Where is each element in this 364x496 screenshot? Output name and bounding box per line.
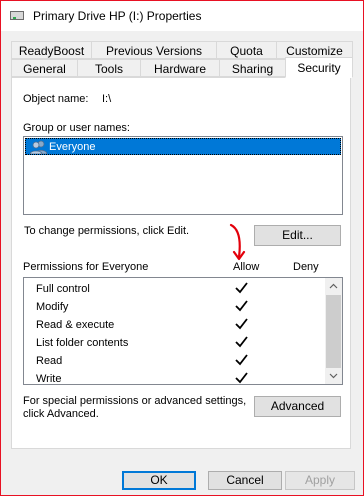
object-name-value: I:\ [102,93,112,105]
allow-header: Allow [233,261,260,273]
check-icon [235,300,248,312]
title-bar[interactable]: Primary Drive HP (I:) Properties [1,1,363,31]
permission-name: List folder contents [36,337,129,349]
permissions-scrollbar[interactable] [325,278,342,384]
check-icon [235,318,248,330]
advanced-hint-line2: click Advanced. [23,408,99,420]
window-title: Primary Drive HP (I:) Properties [33,9,202,23]
tab-tools[interactable]: Tools [77,59,141,77]
chevron-up-icon[interactable] [329,282,338,291]
tab-hardware[interactable]: Hardware [140,59,220,77]
permission-name: Full control [36,283,90,295]
edit-button[interactable]: Edit... [254,225,341,246]
scrollbar-thumb[interactable] [326,295,341,368]
tab-readyboost[interactable]: ReadyBoost [11,41,92,59]
advanced-hint-line1: For special permissions or advanced sett… [23,395,247,407]
permission-name: Modify [36,301,69,313]
drive-icon [10,11,24,20]
check-icon [235,336,248,348]
check-icon [235,282,248,294]
apply-button[interactable]: Apply [285,471,355,490]
group-name: Everyone [49,141,96,153]
chevron-down-icon[interactable] [329,371,338,380]
properties-window: Primary Drive HP (I:) Properties ReadyBo… [0,0,364,496]
table-row: List folder contents [24,334,324,352]
table-row: Write [24,370,324,385]
permissions-header: Permissions for Everyone [23,261,149,273]
advanced-button[interactable]: Advanced [254,396,341,417]
permissions-list[interactable]: Full control Modify Read & execute List … [23,277,343,385]
cancel-button[interactable]: Cancel [208,471,282,490]
permission-name: Read [36,355,63,367]
groups-label: Group or user names: [23,122,130,134]
tab-quota[interactable]: Quota [216,41,277,59]
ok-button[interactable]: OK [122,471,196,490]
check-icon [235,354,248,366]
users-icon [30,140,48,154]
tab-general[interactable]: General [11,59,78,77]
table-row: Read & execute [24,316,324,334]
table-row: Modify [24,298,324,316]
tab-security[interactable]: Security [285,57,353,78]
permission-name: Read & execute [36,319,115,331]
change-permissions-hint: To change permissions, click Edit. [24,225,190,237]
check-icon [235,372,248,384]
tab-previous-versions[interactable]: Previous Versions [91,41,217,59]
groups-list[interactable]: Everyone [23,136,343,215]
list-item[interactable]: Everyone [25,138,341,155]
permission-name: Write [36,373,62,385]
red-arrow-annotation [229,223,246,261]
table-row: Read [24,352,324,370]
deny-header: Deny [293,261,319,273]
table-row: Full control [24,280,324,298]
object-name-label: Object name: [23,93,89,105]
tab-sharing[interactable]: Sharing [219,59,286,77]
